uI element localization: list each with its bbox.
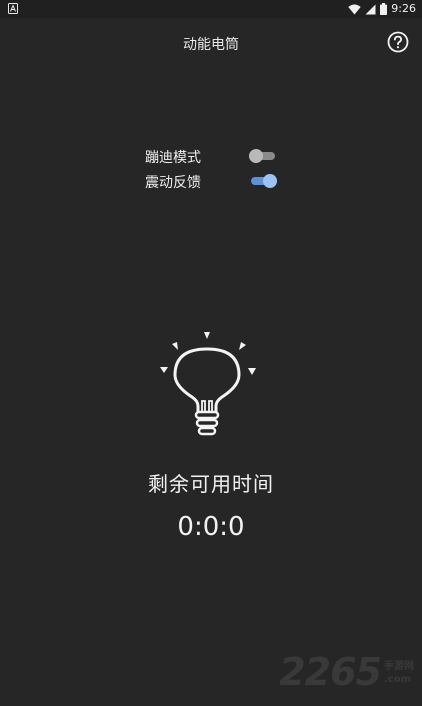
setting-label: 蹦迪模式 bbox=[145, 150, 201, 166]
wifi-icon bbox=[348, 4, 361, 14]
disco-mode-toggle[interactable] bbox=[249, 149, 277, 163]
notification-icon bbox=[8, 3, 18, 14]
watermark-line1: 手游网 bbox=[384, 661, 414, 672]
toggle-thumb bbox=[249, 149, 263, 163]
status-bar: 9:26 bbox=[0, 0, 422, 18]
signal-icon bbox=[365, 4, 376, 14]
battery-icon bbox=[380, 3, 388, 15]
status-icons: 9:26 bbox=[348, 1, 416, 17]
watermark-number: 2265 bbox=[279, 650, 382, 694]
remaining-time-value: 0:0:0 bbox=[177, 512, 245, 542]
setting-label: 震动反馈 bbox=[145, 175, 201, 191]
vibration-toggle[interactable] bbox=[249, 174, 277, 188]
site-watermark: 2265 手游网 .com bbox=[279, 652, 414, 692]
toggle-thumb bbox=[263, 174, 277, 188]
watermark-side: 手游网 .com bbox=[384, 660, 414, 692]
watermark-line2: .com bbox=[384, 674, 412, 685]
lightbulb-icon[interactable] bbox=[155, 328, 259, 442]
help-circle-icon[interactable] bbox=[387, 31, 409, 53]
page-title: 动能电筒 bbox=[183, 37, 239, 53]
status-time: 9:26 bbox=[391, 2, 416, 15]
setting-row-disco-mode: 蹦迪模式 bbox=[145, 145, 280, 167]
remaining-time-label: 剩余可用时间 bbox=[148, 472, 274, 496]
setting-row-vibration: 震动反馈 bbox=[145, 170, 280, 192]
